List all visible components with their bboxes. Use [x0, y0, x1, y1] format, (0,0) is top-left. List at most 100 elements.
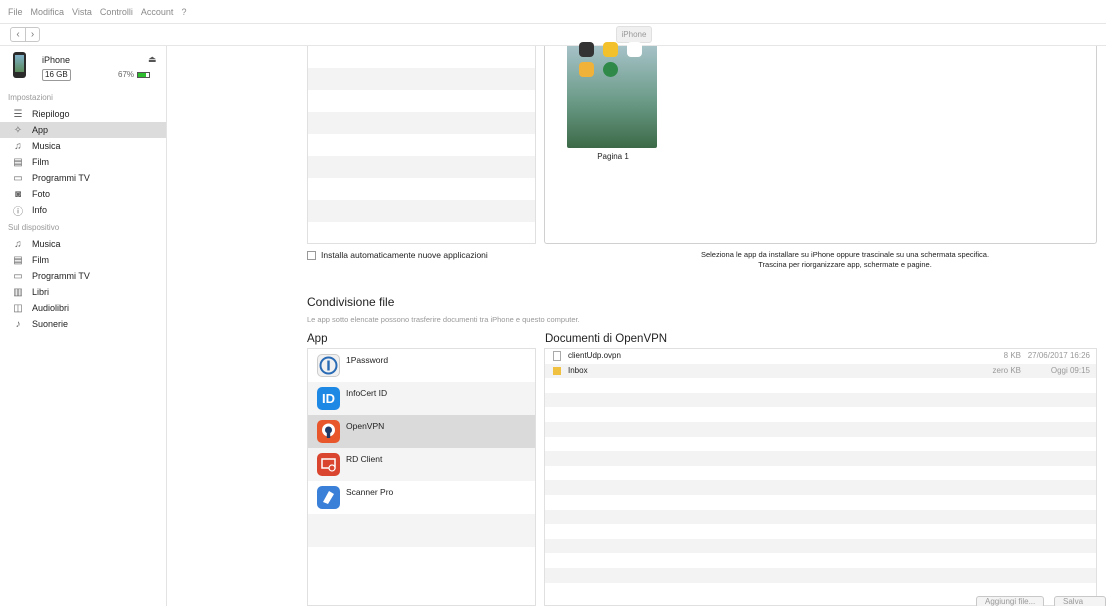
sidebar-item-device-suonerie[interactable]: ♪ Suonerie: [0, 316, 166, 332]
menu-help[interactable]: ?: [181, 7, 186, 17]
music-note-icon: ♫: [14, 140, 22, 152]
document-row[interactable]: clientUdp.ovpn 8 KB 27/06/2017 16:26: [545, 349, 1096, 364]
battery-status: 67%: [118, 70, 151, 79]
app-row-scanner-pro[interactable]: Scanner Pro: [308, 481, 535, 514]
apps-hint: Seleziona le app da installare su iPhone…: [690, 250, 1000, 270]
openvpn-icon: [317, 420, 340, 443]
list-item: [545, 480, 1096, 495]
sidebar-item-label: Info: [32, 205, 48, 215]
list-item: [545, 524, 1096, 539]
menu-file[interactable]: File: [8, 7, 23, 17]
sidebar-item-foto[interactable]: ◙ Foto: [0, 186, 166, 202]
sidebar-item-label: Musica: [32, 141, 61, 151]
sidebar-item-label: App: [32, 125, 49, 135]
app-row-infocert-id[interactable]: ID InfoCert ID: [308, 382, 535, 415]
sidebar-item-device-musica[interactable]: ♫ Musica: [0, 236, 166, 252]
list-item: [545, 495, 1096, 510]
document-name: Inbox: [568, 365, 588, 375]
menu-modifica[interactable]: Modifica: [31, 7, 65, 17]
file-sharing-title: Condivisione file: [307, 295, 395, 309]
infocert-id-icon: ID: [317, 387, 340, 410]
camera-icon: ◙: [14, 188, 22, 200]
sidebar-item-label: Film: [32, 255, 49, 265]
menu-controlli[interactable]: Controlli: [100, 7, 133, 17]
sidebar-item-riepilogo[interactable]: ☰ Riepilogo: [0, 106, 166, 122]
menu-account[interactable]: Account: [141, 7, 174, 17]
list-item: [308, 514, 535, 547]
sidebar-item-label: Film: [32, 157, 49, 167]
app-thumbnail-icon: [603, 62, 618, 77]
list-item: [545, 451, 1096, 466]
app-row-1password[interactable]: 1Password: [308, 349, 535, 382]
apps-column-title: App: [307, 333, 328, 345]
sidebar-item-label: Libri: [32, 287, 50, 297]
page-label: Pagina 1: [597, 152, 629, 161]
device-section-label: Sul dispositivo: [8, 223, 60, 232]
sidebar-item-device-libri[interactable]: ▥ Libri: [0, 284, 166, 300]
app-thumbnail-icon: [579, 62, 594, 77]
sidebar-item-label: Audiolibri: [32, 303, 70, 313]
1password-icon: [317, 354, 340, 377]
device-summary[interactable]: iPhone ⏏ 16 GB 67%: [0, 46, 166, 90]
device-tab[interactable]: iPhone: [616, 26, 652, 43]
list-item: [545, 437, 1096, 452]
iphone-icon: [13, 52, 26, 78]
sidebar-item-info[interactable]: ⓘ Info: [0, 202, 166, 218]
tv-icon: ▭: [13, 172, 23, 184]
sidebar-item-label: Programmi TV: [32, 173, 90, 183]
sidebar-item-label: Foto: [32, 189, 51, 199]
sidebar-item-label: Suonerie: [32, 319, 69, 329]
list-item: [308, 222, 535, 244]
app-row-openvpn[interactable]: OpenVPN: [308, 415, 535, 448]
save-to-button[interactable]: Salva in...: [1054, 596, 1106, 606]
auto-install-checkbox[interactable]: [307, 250, 316, 260]
back-button[interactable]: ‹: [11, 28, 25, 41]
film-icon: ▤: [13, 156, 23, 168]
bell-icon: ♪: [15, 318, 21, 330]
sidebar-item-device-film[interactable]: ▤ Film: [0, 252, 166, 268]
document-name: clientUdp.ovpn: [568, 351, 621, 360]
list-item: [308, 134, 535, 156]
sidebar-item-label: Riepilogo: [32, 109, 70, 119]
list-item: [545, 378, 1096, 393]
sidebar-item-app[interactable]: ✧ App: [0, 122, 166, 138]
list-item: [308, 178, 535, 200]
list-item: [308, 68, 535, 90]
eject-icon[interactable]: ⏏: [148, 54, 157, 65]
tv-icon: ▭: [13, 270, 23, 282]
list-item: [308, 112, 535, 134]
document-size: zero KB: [992, 365, 1021, 375]
document-row[interactable]: Inbox zero KB Oggi 09:15: [545, 363, 1096, 379]
documents-list[interactable]: clientUdp.ovpn 8 KB 27/06/2017 16:26 Inb…: [544, 348, 1097, 606]
document-date: Oggi 09:15: [1050, 365, 1090, 375]
audiobook-icon: ◫: [13, 302, 23, 314]
installable-apps-list[interactable]: [307, 46, 536, 244]
app-name: Scanner Pro: [346, 487, 394, 497]
music-note-icon: ♫: [14, 238, 22, 250]
list-item: [308, 547, 535, 580]
auto-install-option[interactable]: Installa automaticamente nuove applicazi…: [307, 250, 488, 260]
app-store-icon: ✧: [13, 124, 23, 136]
app-name: OpenVPN: [346, 421, 385, 431]
sidebar-item-device-audiolibri[interactable]: ◫ Audiolibri: [0, 300, 166, 316]
file-sharing-description: Le app sotto elencate possono trasferire…: [307, 315, 580, 324]
documents-column-title: Documenti di OpenVPN: [545, 333, 668, 345]
menu-vista[interactable]: Vista: [72, 7, 92, 17]
sidebar-item-programmi-tv[interactable]: ▭ Programmi TV: [0, 170, 166, 186]
book-icon: ▥: [13, 286, 23, 298]
sidebar-item-device-programmi-tv[interactable]: ▭ Programmi TV: [0, 268, 166, 284]
sidebar-item-label: Musica: [32, 239, 61, 249]
rd-client-icon: [317, 453, 340, 476]
menu-bar: File Modifica Vista Controlli Account ?: [0, 0, 1106, 24]
sidebar-item-film[interactable]: ▤ Film: [0, 154, 166, 170]
hint-line: Trascina per riorganizzare app, schermat…: [758, 260, 932, 269]
home-screen-thumbnail[interactable]: [567, 42, 657, 148]
sidebar-item-musica[interactable]: ♫ Musica: [0, 138, 166, 154]
summary-icon: ☰: [13, 108, 23, 120]
scanner-pro-icon: [317, 486, 340, 509]
forward-button[interactable]: ›: [25, 28, 39, 41]
nav-buttons: ‹ ›: [10, 27, 40, 42]
app-row-rd-client[interactable]: RD Client: [308, 448, 535, 481]
add-file-button[interactable]: Aggiungi file...: [976, 596, 1045, 606]
document-size: 8 KB: [1003, 351, 1021, 360]
